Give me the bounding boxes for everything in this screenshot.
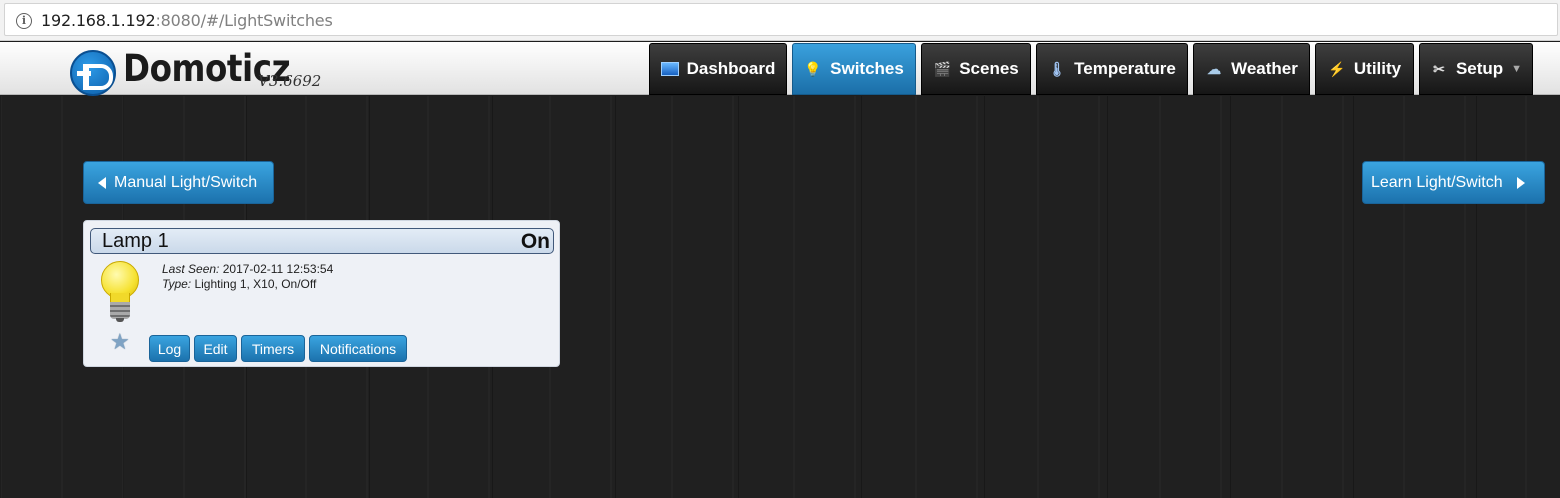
url-text: 192.168.1.192:8080/#/LightSwitches bbox=[41, 11, 333, 30]
tools-icon: ✂ bbox=[1433, 61, 1445, 77]
cloud-icon: ☁ bbox=[1207, 61, 1222, 77]
last-seen-row: Last Seen: 2017-02-11 12:53:54 bbox=[162, 262, 334, 276]
edit-button[interactable]: Edit bbox=[194, 335, 237, 362]
thermometer-icon: 🌡 bbox=[1048, 61, 1067, 77]
tab-switches[interactable]: 💡 Switches bbox=[792, 43, 916, 95]
url-field[interactable]: i 192.168.1.192:8080/#/LightSwitches bbox=[4, 3, 1558, 36]
arrow-right-icon bbox=[1516, 176, 1525, 189]
learn-light-switch-button[interactable]: Learn Light/Switch bbox=[1362, 161, 1545, 204]
tab-setup[interactable]: ✂ Setup ▼ bbox=[1419, 43, 1533, 95]
timers-button[interactable]: Timers bbox=[241, 335, 305, 362]
device-card: Lamp 1 On Last Seen: 2017-02-11 12:53:54… bbox=[83, 220, 560, 367]
device-title-bar: Lamp 1 On bbox=[90, 228, 554, 254]
device-status: On bbox=[520, 230, 550, 253]
lightbulb-on-icon[interactable] bbox=[99, 261, 141, 323]
manual-light-switch-button[interactable]: Manual Light/Switch bbox=[83, 161, 274, 204]
clapperboard-icon: 🎬 bbox=[933, 61, 951, 77]
main-content: Manual Light/Switch Learn Light/Switch L… bbox=[0, 96, 1560, 498]
tab-utility[interactable]: ⚡ Utility bbox=[1315, 43, 1414, 95]
utility-icon: ⚡ bbox=[1328, 61, 1346, 77]
browser-address-bar: i 192.168.1.192:8080/#/LightSwitches bbox=[0, 0, 1560, 41]
tab-weather[interactable]: ☁ Weather bbox=[1193, 43, 1310, 95]
log-button[interactable]: Log bbox=[149, 335, 190, 362]
notifications-button[interactable]: Notifications bbox=[309, 335, 407, 362]
device-info: Last Seen: 2017-02-11 12:53:54 Type: Lig… bbox=[162, 262, 333, 292]
domoticz-logo-icon bbox=[70, 50, 116, 96]
info-icon[interactable]: i bbox=[16, 13, 32, 29]
dashboard-icon bbox=[660, 62, 679, 76]
tab-scenes[interactable]: 🎬 Scenes bbox=[921, 43, 1031, 95]
arrow-left-icon bbox=[98, 176, 106, 189]
favorite-star-icon[interactable]: ★ bbox=[110, 331, 130, 353]
version-label: V3.6692 bbox=[258, 72, 322, 90]
tab-dashboard[interactable]: Dashboard bbox=[649, 43, 787, 95]
lightbulb-icon: 💡 bbox=[804, 61, 822, 77]
tab-temperature[interactable]: 🌡 Temperature bbox=[1036, 43, 1188, 95]
type-row: Type: Lighting 1, X10, On/Off bbox=[162, 277, 317, 291]
device-name: Lamp 1 bbox=[102, 230, 169, 252]
app-header: Domoticz V3.6692 Dashboard 💡 Switches 🎬 … bbox=[0, 42, 1560, 96]
chevron-down-icon: ▼ bbox=[1511, 63, 1523, 75]
